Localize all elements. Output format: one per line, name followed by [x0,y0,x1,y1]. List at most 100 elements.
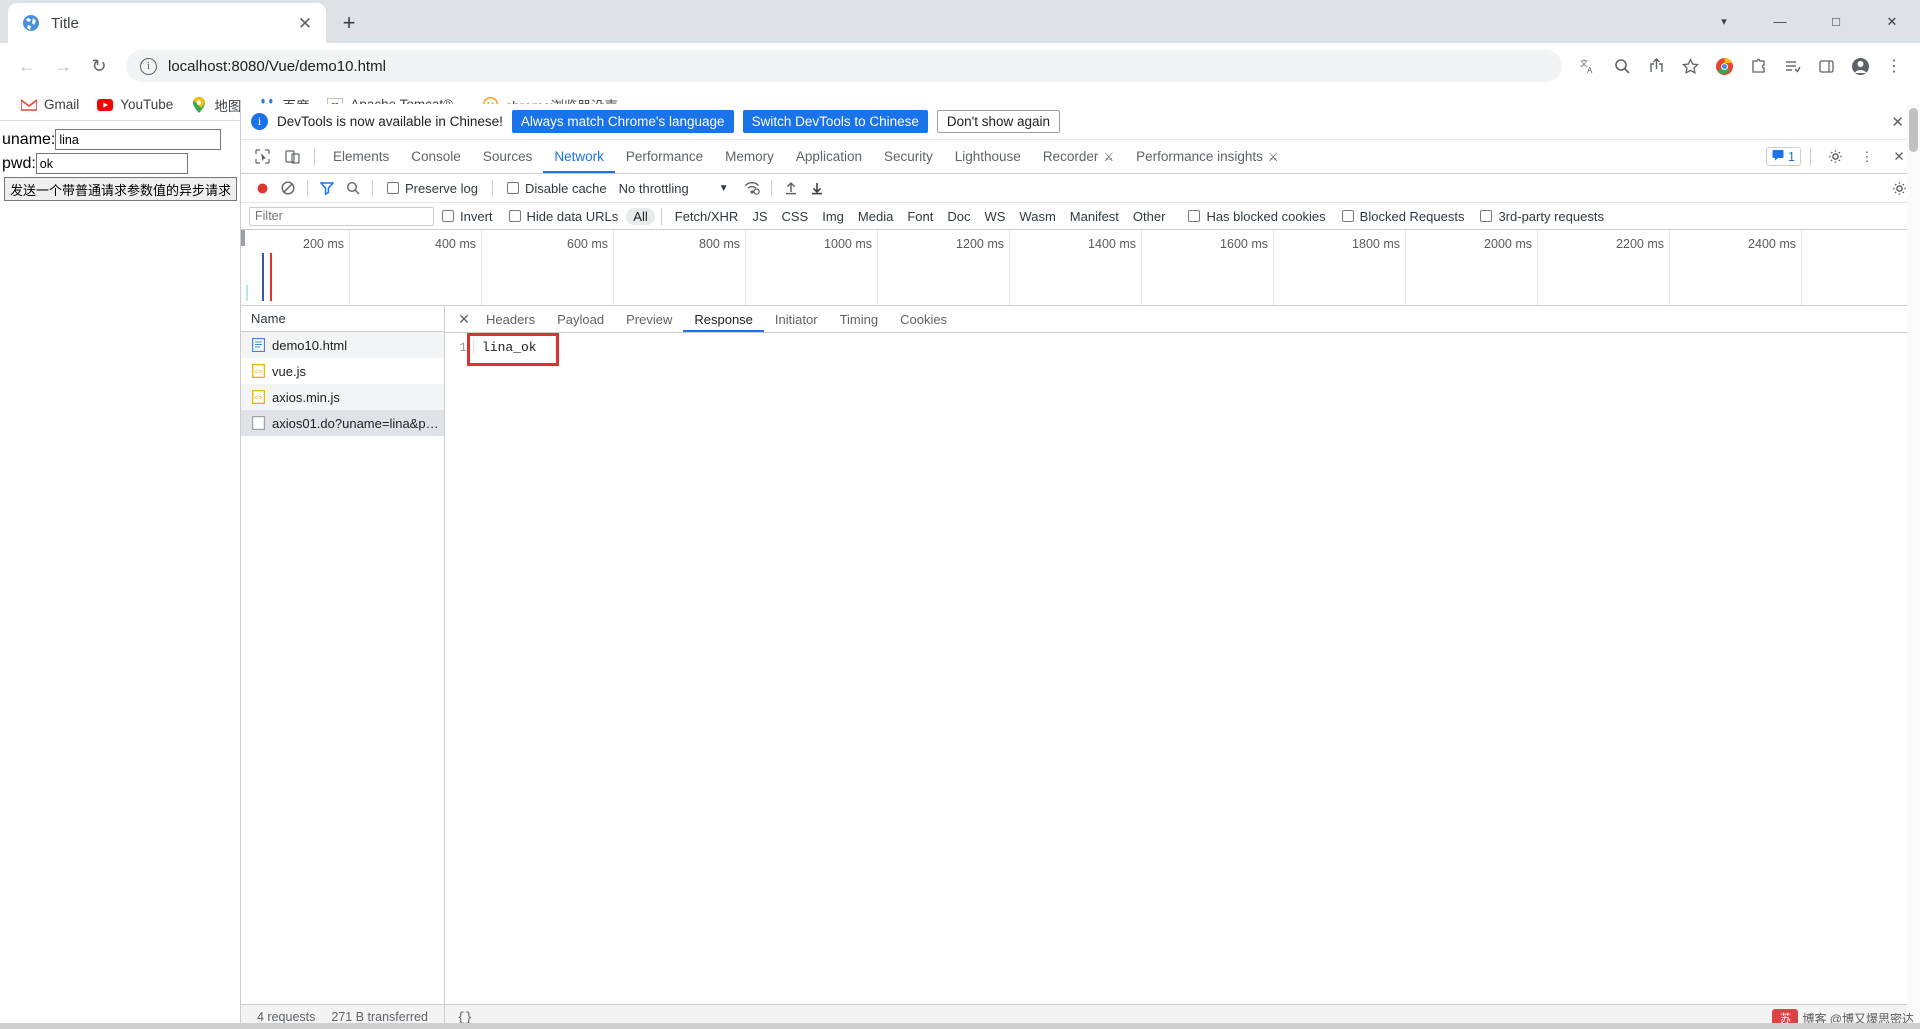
address-bar[interactable]: i localhost:8080/Vue/demo10.html [126,50,1562,82]
reload-icon[interactable]: ↻ [82,49,116,83]
has-blocked-cookies-checkbox[interactable]: Has blocked cookies [1180,209,1333,224]
pwd-label: pwd: [2,154,36,172]
gear-icon[interactable] [1820,144,1850,170]
filter-type-ws[interactable]: WS [977,208,1012,225]
search-icon[interactable] [1606,50,1638,82]
translate-icon[interactable]: 文A [1572,50,1604,82]
maximize-icon[interactable]: □ [1808,0,1864,43]
browser-tab[interactable]: Title ✕ [8,3,326,43]
detail-tab-timing[interactable]: Timing [829,306,890,332]
star-icon[interactable] [1674,50,1706,82]
detail-tab-cookies[interactable]: Cookies [889,306,958,332]
filter-type-other[interactable]: Other [1126,208,1173,225]
filter-type-media[interactable]: Media [851,208,900,225]
filter-type-doc[interactable]: Doc [940,208,977,225]
pwd-input[interactable] [35,153,188,174]
side-panel-icon[interactable] [1810,50,1842,82]
filter-icon[interactable] [314,176,340,200]
filter-type-css[interactable]: CSS [775,208,816,225]
bookmark-gmail[interactable]: Gmail [12,94,88,116]
tab-console[interactable]: Console [400,140,472,173]
network-conditions-icon[interactable] [739,176,765,200]
tab-security[interactable]: Security [873,140,944,173]
filter-type-img[interactable]: Img [815,208,851,225]
response-body-view[interactable]: 1 lina_ok [445,333,1920,1004]
avatar-icon[interactable] [1844,50,1876,82]
disable-cache-checkbox[interactable]: Disable cache [499,181,615,196]
table-row[interactable]: demo10.html [241,332,444,358]
disable-cache-label: Disable cache [524,180,607,196]
info-icon[interactable]: i [140,57,157,75]
kebab-menu-icon[interactable]: ⋮ [1878,50,1910,82]
tab-sources[interactable]: Sources [472,140,544,173]
tab-search-icon[interactable]: ▾ [1696,0,1752,43]
filter-type-all[interactable]: All [626,207,655,225]
request-list-header[interactable]: Name [241,306,444,332]
filter-type-fetch-xhr[interactable]: Fetch/XHR [668,208,746,225]
uname-input[interactable] [55,129,222,150]
table-row[interactable]: <> vue.js [241,358,444,384]
detail-tab-preview[interactable]: Preview [615,306,683,332]
scrollbar-thumb[interactable] [1909,108,1918,152]
table-row[interactable]: axios01.do?uname=lina&pwd... [241,410,444,436]
share-icon[interactable] [1640,50,1672,82]
send-async-request-button[interactable]: 发送一个带普通请求参数值的异步请求 [4,177,238,201]
arrow-right-icon[interactable]: → [46,49,80,83]
invert-label: Invert [460,208,493,224]
tab-lighthouse[interactable]: Lighthouse [944,140,1032,173]
network-timeline-overview[interactable]: 200 ms 400 ms 600 ms 800 ms 1000 ms 1200… [241,230,1920,306]
new-tab-button[interactable]: + [332,6,366,40]
search-icon[interactable] [340,176,366,200]
tab-application[interactable]: Application [785,140,873,173]
tab-performance[interactable]: Performance [615,140,714,173]
arrow-left-icon[interactable]: ← [10,49,44,83]
filter-type-js[interactable]: JS [745,208,774,225]
filter-type-manifest[interactable]: Manifest [1063,208,1126,225]
tab-recorder[interactable]: Recorder ⚔ [1032,140,1125,173]
detail-tab-response[interactable]: Response [683,306,764,332]
blocked-requests-checkbox[interactable]: Blocked Requests [1334,209,1473,224]
throttling-select[interactable]: No throttling ▼ [615,181,729,196]
tab-elements[interactable]: Elements [322,140,400,173]
minimize-icon[interactable]: ― [1752,0,1808,43]
devtools-panel: i DevTools is now available in Chinese! … [240,104,1920,1029]
download-icon[interactable] [804,176,830,200]
column-header-name: Name [251,311,286,326]
tab-performance-insights[interactable]: Performance insights ⚔ [1125,140,1290,173]
clear-icon[interactable] [275,176,301,200]
switch-devtools-chinese-button[interactable]: Switch DevTools to Chinese [742,110,928,133]
inspect-cursor-icon[interactable] [247,144,277,170]
upload-icon[interactable] [778,176,804,200]
filter-type-wasm[interactable]: Wasm [1012,208,1062,225]
third-party-requests-checkbox[interactable]: 3rd-party requests [1472,209,1612,224]
message-badge[interactable]: 1 [1766,147,1801,166]
filter-input[interactable] [249,206,434,226]
puzzle-icon[interactable] [1742,50,1774,82]
close-icon[interactable]: ✕ [453,311,475,328]
dont-show-again-button[interactable]: Don't show again [936,110,1061,133]
script-icon: <> [251,390,265,404]
xhr-icon [251,416,265,430]
detail-tab-initiator[interactable]: Initiator [764,306,829,332]
reading-list-icon[interactable] [1776,50,1808,82]
detail-tab-headers[interactable]: Headers [475,306,546,332]
hide-data-urls-checkbox[interactable]: Hide data URLs [501,209,627,224]
filter-type-font[interactable]: Font [900,208,940,225]
uname-row: uname: [2,129,240,150]
kebab-menu-icon[interactable]: ⋮ [1852,144,1882,170]
preserve-log-checkbox[interactable]: Preserve log [379,181,486,196]
device-toolbar-icon[interactable] [277,144,307,170]
record-icon[interactable] [249,176,275,200]
invert-checkbox[interactable]: Invert [434,209,501,224]
page-scrollbar[interactable] [1907,104,1920,1029]
table-row[interactable]: <> axios.min.js [241,384,444,410]
chrome-circle-icon[interactable] [1708,50,1740,82]
bookmark-youtube[interactable]: YouTube [88,94,182,116]
tab-network[interactable]: Network [543,140,615,173]
close-icon[interactable]: ✕ [294,12,316,34]
tab-memory[interactable]: Memory [714,140,785,173]
detail-tab-payload[interactable]: Payload [546,306,615,332]
always-match-language-button[interactable]: Always match Chrome's language [511,110,734,133]
close-window-icon[interactable]: ✕ [1864,0,1920,43]
timeline-handle-left[interactable] [241,230,245,246]
